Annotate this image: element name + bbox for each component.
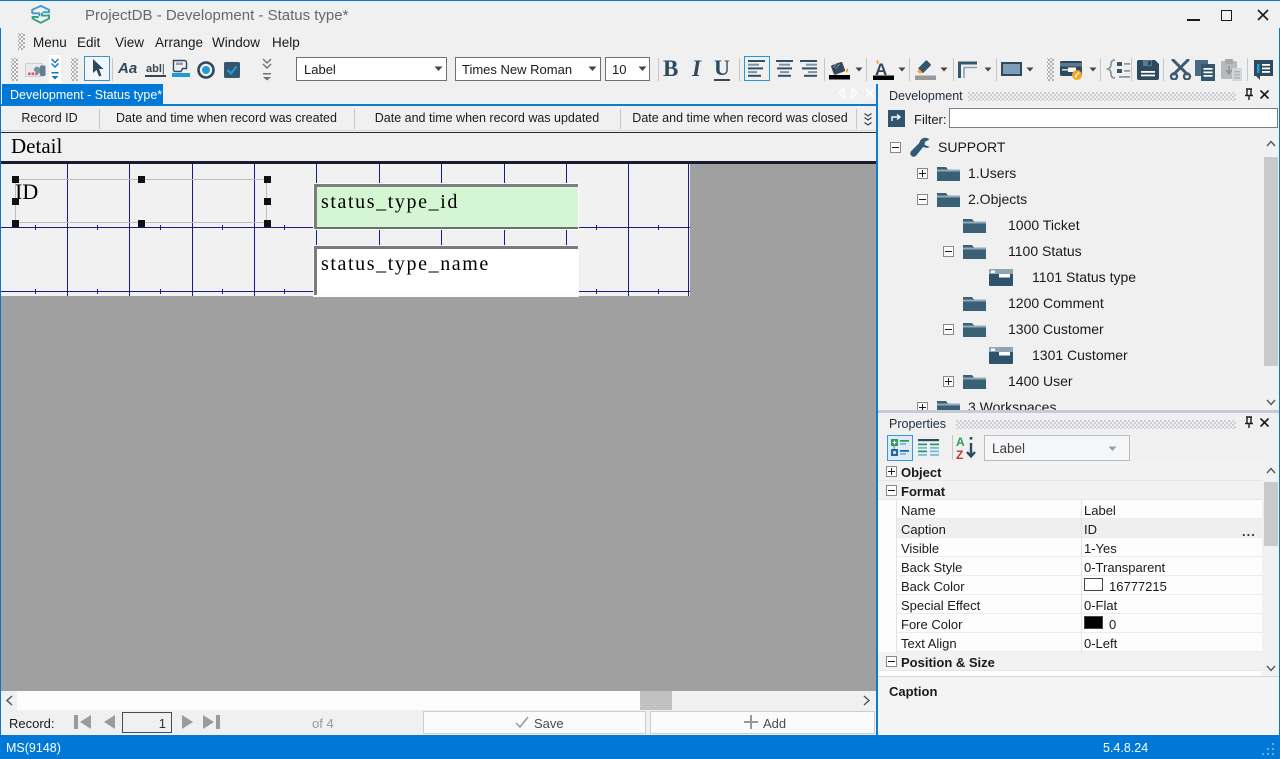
svg-text:A: A <box>956 435 965 449</box>
svg-text:Z: Z <box>956 448 963 461</box>
